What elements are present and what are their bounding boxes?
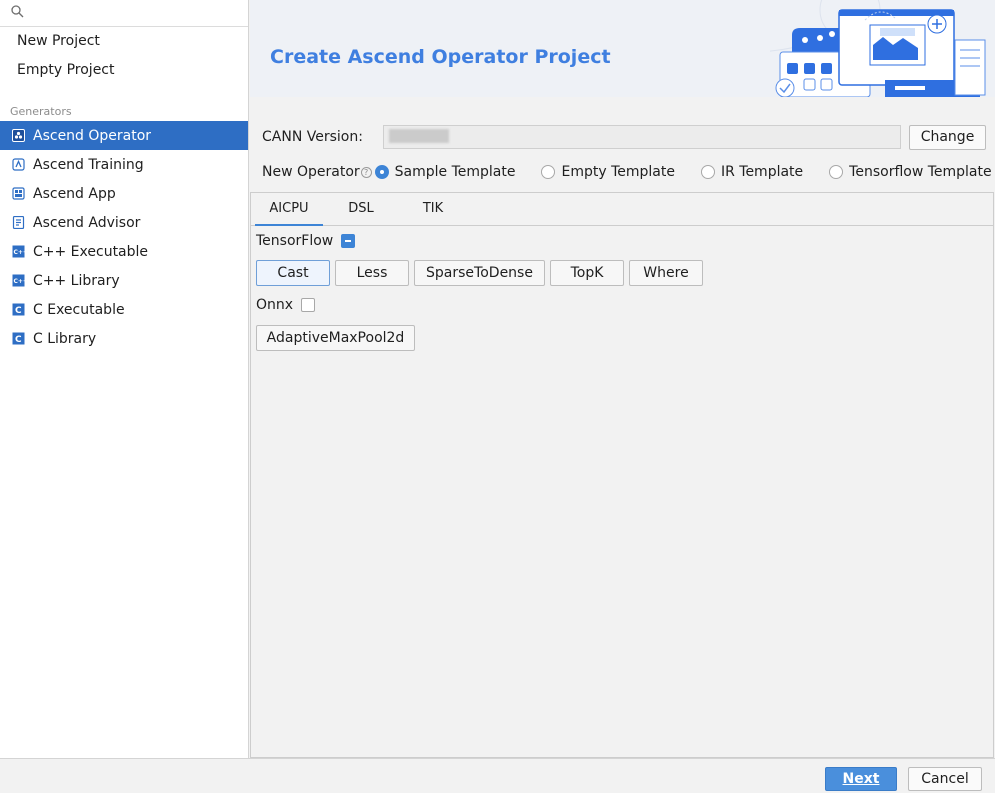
sample-template-radio[interactable]: Sample Template [374, 164, 516, 180]
ascend-app-icon [11, 187, 25, 201]
sidebar-item-new-project[interactable]: New Project [0, 27, 248, 56]
cpp-library-icon: C++ [11, 274, 25, 288]
cancel-button[interactable]: Cancel [908, 767, 982, 791]
main-panel: Create Ascend Operator Project CANN Vers… [250, 0, 995, 758]
tab-tik[interactable]: TIK [399, 193, 467, 225]
dialog-footer: Next Cancel [0, 758, 995, 793]
radio-indicator [374, 165, 389, 179]
sidebar-item-label: C++ Library [33, 272, 120, 289]
sidebar-item-label: C Executable [33, 301, 125, 318]
tensorflow-ops: Cast Less SparseToDense TopK Where [256, 260, 708, 286]
tab-aicpu[interactable]: AICPU [255, 193, 323, 226]
op-button-cast[interactable]: Cast [256, 260, 330, 286]
op-button-less[interactable]: Less [335, 260, 409, 286]
tensorflow-category: TensorFlow [256, 231, 356, 251]
sidebar-item-empty-project[interactable]: Empty Project [0, 56, 248, 85]
sidebar-item-label: Ascend Training [33, 156, 144, 173]
radio-label: Tensorflow Template [849, 164, 992, 180]
new-operator-label: New Operator [262, 164, 360, 180]
svg-text:C++: C++ [13, 249, 25, 256]
tab-bar: AICPU DSL TIK [251, 193, 993, 226]
sidebar-item-ascend-advisor[interactable]: Ascend Advisor [0, 208, 248, 237]
radio-indicator [700, 165, 715, 179]
radio-indicator [541, 165, 556, 179]
ascend-operator-icon [11, 129, 25, 143]
generators-header: Generators [10, 105, 72, 118]
ascend-advisor-icon [11, 216, 25, 230]
onnx-checkbox[interactable] [301, 298, 316, 312]
sidebar-item-label: C Library [33, 330, 97, 347]
cann-version-label: CANN Version: [262, 129, 363, 145]
cann-version-value [389, 129, 449, 143]
op-button-where[interactable]: Where [629, 260, 703, 286]
search-bar [0, 0, 248, 27]
sidebar-item-cpp-executable[interactable]: C++ C++ Executable [0, 237, 248, 266]
radio-label: Empty Template [561, 164, 675, 180]
next-button[interactable]: Next [825, 767, 897, 791]
radio-indicator [829, 165, 844, 179]
banner: Create Ascend Operator Project [250, 0, 995, 97]
tensorflow-checkbox[interactable] [341, 234, 356, 248]
c-library-icon: C [11, 332, 25, 346]
ir-template-radio[interactable]: IR Template [700, 164, 804, 180]
op-button-topk[interactable]: TopK [550, 260, 624, 286]
onnx-ops: AdaptiveMaxPool2d [256, 325, 420, 351]
empty-template-radio[interactable]: Empty Template [541, 164, 675, 180]
next-label: Next [842, 771, 880, 787]
category-label: TensorFlow [256, 233, 334, 249]
operator-tab-panel: AICPU DSL TIK TensorFlow Cast Less Spars… [250, 192, 994, 758]
sidebar-item-ascend-training[interactable]: Ascend Training [0, 150, 248, 179]
svg-text:C++: C++ [13, 278, 25, 285]
change-button[interactable]: Change [909, 124, 986, 150]
cann-version-field[interactable] [383, 125, 901, 149]
op-button-sparsetodense[interactable]: SparseToDense [414, 260, 545, 286]
search-icon [11, 5, 24, 18]
sidebar-item-label: Ascend Operator [33, 127, 152, 144]
svg-text:C: C [15, 306, 22, 316]
tab-dsl[interactable]: DSL [327, 193, 395, 225]
cann-version-row: CANN Version: Change [262, 124, 987, 150]
sidebar-item-c-library[interactable]: C C Library [0, 324, 248, 353]
sidebar-item-label: Ascend App [33, 185, 116, 202]
banner-illustration [770, 0, 986, 97]
sidebar-item-cpp-library[interactable]: C++ C++ Library [0, 266, 248, 295]
op-button-adaptivemaxpool2d[interactable]: AdaptiveMaxPool2d [256, 325, 415, 351]
svg-text:C: C [15, 335, 22, 345]
sidebar-item-label: Ascend Advisor [33, 214, 141, 231]
sidebar-item-ascend-app[interactable]: Ascend App [0, 179, 248, 208]
sidebar-item-ascend-operator[interactable]: Ascend Operator [0, 121, 248, 150]
sidebar-item-c-executable[interactable]: C C Executable [0, 295, 248, 324]
sidebar-item-label: C++ Executable [33, 243, 149, 260]
help-icon[interactable]: ? [360, 166, 372, 178]
tensorflow-template-radio[interactable]: Tensorflow Template [829, 164, 992, 180]
category-label: Onnx [256, 297, 294, 313]
onnx-category: Onnx [256, 295, 316, 315]
sidebar: New Project Empty Project Generators Asc… [0, 0, 249, 758]
new-operator-row: New Operator ? Sample Template Empty Tem… [262, 161, 992, 183]
c-executable-icon: C [11, 303, 25, 317]
radio-label: IR Template [720, 164, 804, 180]
radio-label: Sample Template [394, 164, 516, 180]
ascend-training-icon [11, 158, 25, 172]
search-input[interactable] [28, 3, 238, 23]
page-title: Create Ascend Operator Project [270, 46, 611, 68]
cpp-executable-icon: C++ [11, 245, 25, 259]
